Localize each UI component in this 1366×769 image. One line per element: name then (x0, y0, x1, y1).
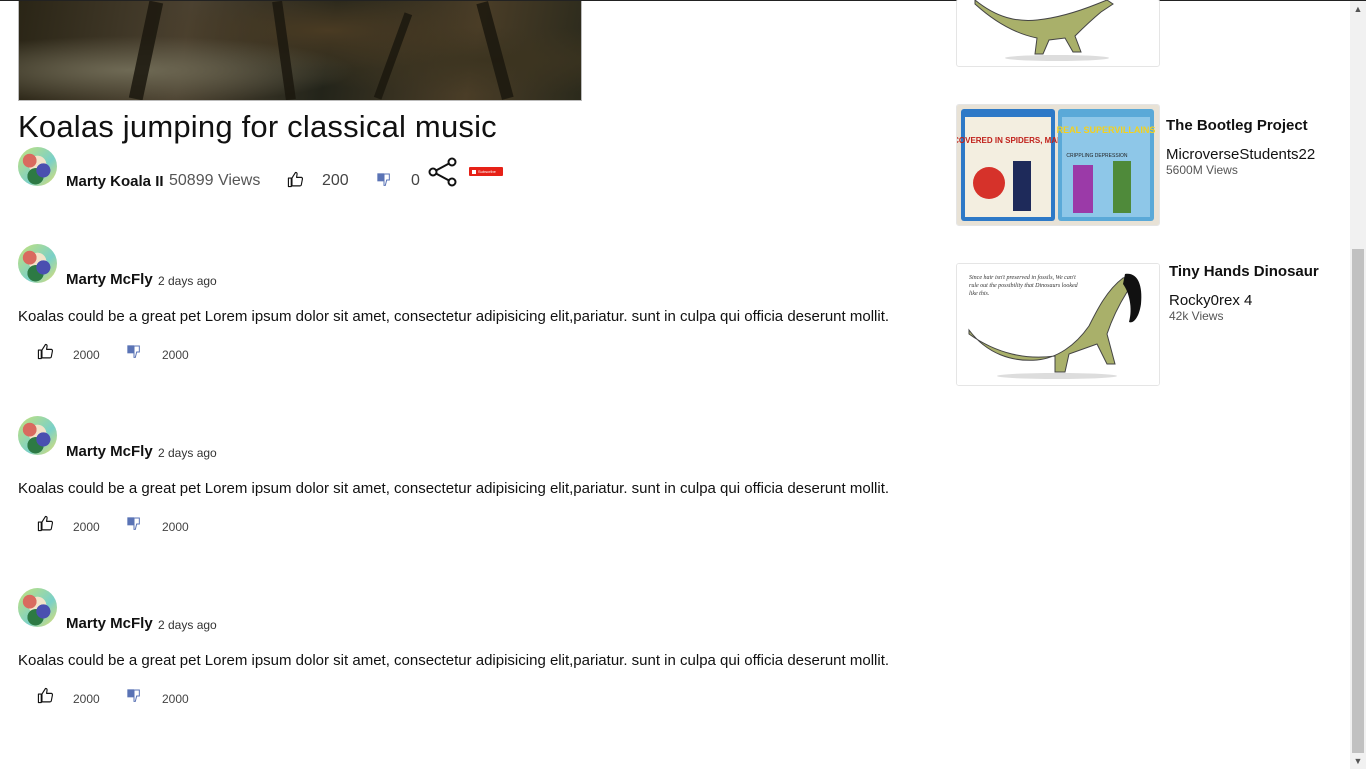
sidebar-video-views: 42k Views (1169, 309, 1224, 323)
sidebar-video-title[interactable]: The Bootleg Project (1166, 117, 1308, 134)
dislike-count: 0 (411, 172, 420, 189)
comment-text: Koalas could be a great pet Lorem ipsum … (18, 652, 890, 669)
sidebar-video-thumbnail[interactable]: COVERED IN SPIDERS, MAN REAL SUPERVILLAI… (956, 104, 1160, 226)
comment-time: 2 days ago (158, 274, 217, 288)
comment-author[interactable]: Marty McFly (66, 615, 153, 632)
thumbs-up-icon[interactable] (37, 343, 54, 365)
thumbs-up-icon[interactable] (287, 171, 304, 193)
like-count: 200 (322, 172, 349, 189)
sidebar-video-thumbnail[interactable]: Since hair isn't preserved in fossils, W… (956, 263, 1160, 386)
scroll-down-icon[interactable]: ▼ (1350, 753, 1366, 769)
thumbs-up-icon[interactable] (37, 515, 54, 537)
comment-dislike-count: 2000 (162, 692, 189, 706)
comment-time: 2 days ago (158, 446, 217, 460)
svg-text:REAL SUPERVILLAINS: REAL SUPERVILLAINS (1057, 125, 1156, 135)
thumbs-down-icon[interactable] (376, 172, 392, 193)
sidebar-video-channel[interactable]: Rocky0rex 4 (1169, 292, 1252, 309)
comment-like-count: 2000 (73, 348, 100, 362)
scroll-up-icon[interactable]: ▲ (1350, 1, 1366, 17)
comment-avatar[interactable] (18, 416, 57, 455)
play-icon (472, 169, 476, 174)
thumbs-down-icon[interactable] (126, 516, 142, 537)
comment-avatar[interactable] (18, 588, 57, 627)
subscribe-button[interactable]: Subscribe (469, 167, 503, 176)
sidebar-video-views: 5600M Views (1166, 163, 1238, 177)
bootleg-toys-thumbnail: COVERED IN SPIDERS, MAN REAL SUPERVILLAI… (957, 105, 1159, 225)
comment-avatar[interactable] (18, 244, 57, 283)
comment-like-count: 2000 (73, 520, 100, 534)
thumbs-up-icon[interactable] (37, 687, 54, 709)
comment-dislike-count: 2000 (162, 520, 189, 534)
sidebar-video-thumbnail-partial[interactable] (956, 0, 1160, 67)
thumbs-down-icon[interactable] (126, 688, 142, 709)
tiny-hands-dinosaur-thumbnail: Since hair isn't preserved in fossils, W… (957, 264, 1159, 385)
comment-author[interactable]: Marty McFly (66, 271, 153, 288)
sidebar-video-channel[interactable]: MicroverseStudents22 (1166, 146, 1315, 163)
view-count: 50899 Views (169, 172, 261, 189)
svg-text:COVERED IN SPIDERS, MAN: COVERED IN SPIDERS, MAN (957, 136, 1063, 145)
page-scrollbar[interactable]: ▲ ▼ (1350, 1, 1366, 769)
comment-author[interactable]: Marty McFly (66, 443, 153, 460)
thumbs-down-icon[interactable] (126, 344, 142, 365)
dinosaur-illustration (974, 0, 1114, 61)
comment-time: 2 days ago (158, 618, 217, 632)
comment-dislike-count: 2000 (162, 348, 189, 362)
video-title: Koalas jumping for classical music (18, 109, 497, 144)
comment-like-count: 2000 (73, 692, 100, 706)
share-icon[interactable] (428, 157, 458, 192)
video-player[interactable] (18, 1, 582, 101)
comment-text: Koalas could be a great pet Lorem ipsum … (18, 480, 890, 497)
comment-text: Koalas could be a great pet Lorem ipsum … (18, 308, 890, 325)
scrollbar-thumb[interactable] (1352, 249, 1364, 753)
channel-name[interactable]: Marty Koala II (66, 173, 164, 190)
svg-text:CRIPPLING DEPRESSION: CRIPPLING DEPRESSION (1066, 153, 1128, 159)
sidebar-video-title[interactable]: Tiny Hands Dinosaur (1169, 263, 1319, 280)
channel-avatar[interactable] (18, 147, 57, 186)
